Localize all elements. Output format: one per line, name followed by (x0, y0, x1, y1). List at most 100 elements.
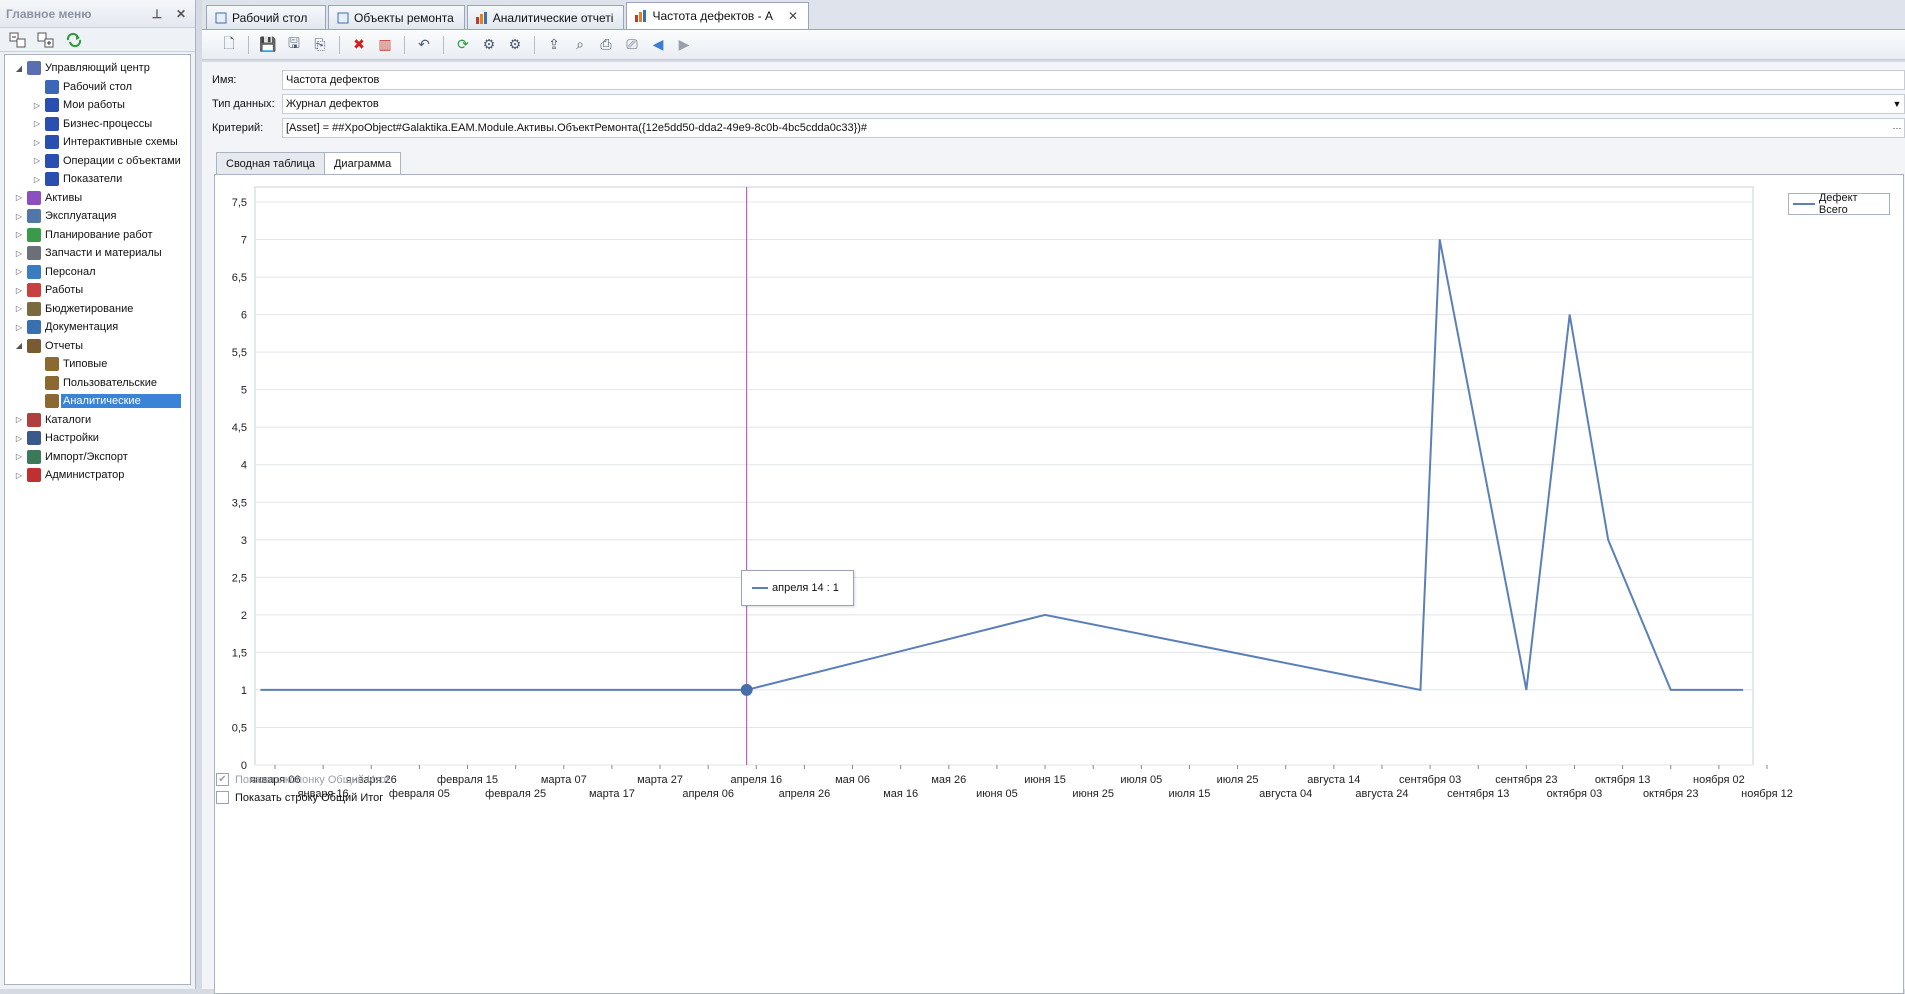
expand-arrow-icon[interactable]: ▷ (13, 193, 25, 202)
line-chart: 00,511,522,533,544,555,566,577,5января 0… (232, 186, 1793, 800)
document-tab[interactable]: Частота дефектов - А ✕ (626, 2, 810, 29)
tree-item-label: Документация (45, 321, 119, 334)
show-total-row-label: Показать строку Общий Итог (235, 791, 384, 804)
settings-1-icon[interactable]: ⚙ (480, 36, 498, 54)
expand-arrow-icon[interactable]: ▷ (13, 415, 25, 424)
expand-arrow-icon[interactable]: ▷ (31, 101, 43, 110)
tree-item[interactable]: ▷ Операции с объектами (5, 152, 190, 171)
delete-icon[interactable]: ✖ (350, 36, 368, 54)
book-icon (45, 135, 59, 150)
expand-arrow-icon[interactable]: ▷ (13, 323, 25, 332)
expand-arrow-icon[interactable]: ▷ (31, 119, 43, 128)
chart-edit-icon[interactable]: ▥ (376, 36, 394, 54)
print-icon[interactable]: ⎙ (597, 36, 615, 54)
y-tick-label: 6 (241, 310, 247, 322)
expand-all-icon[interactable] (8, 31, 28, 49)
y-tick-label: 4 (241, 460, 247, 472)
tree-item[interactable]: ▷ Импорт/Экспорт (5, 448, 190, 467)
x-tick-label: ноября 12 (1741, 788, 1793, 800)
collapse-all-icon[interactable] (36, 31, 56, 49)
tree-item[interactable]: ▷ Персонал (5, 263, 190, 282)
tree-item[interactable]: ▷ Администратор (5, 466, 190, 485)
name-row: Имя: Частота дефектов (202, 68, 1905, 92)
save-icon[interactable]: 💾 (259, 36, 277, 54)
forward-icon[interactable]: ▶ (675, 36, 693, 54)
tree-item[interactable]: ▷ Бизнес-процессы (5, 115, 190, 134)
preview-icon[interactable]: ⌕ (571, 36, 589, 54)
refresh-icon[interactable]: ⟳ (454, 36, 472, 54)
close-icon[interactable]: ✕ (173, 6, 189, 22)
x-tick-label: июня 15 (1024, 774, 1066, 786)
show-total-row-checkbox[interactable] (216, 791, 229, 804)
tree-item[interactable]: ▷ Интерактивные схемы (5, 133, 190, 152)
show-total-column-checkbox[interactable]: ✔ (216, 773, 229, 786)
document-tab[interactable]: Рабочий стол (206, 5, 326, 29)
export-icon[interactable]: ⇪ (545, 36, 563, 54)
save-as-icon[interactable]: 🖫 (285, 35, 303, 54)
undo-icon[interactable]: ↶ (415, 36, 433, 54)
expand-arrow-icon[interactable]: ▷ (13, 286, 25, 295)
x-tick-label: сентября 03 (1399, 774, 1461, 786)
tree-item[interactable]: ▷ Работы (5, 281, 190, 300)
x-tick-label: марта 27 (637, 774, 683, 786)
expand-arrow-icon[interactable]: ▷ (13, 434, 25, 443)
tree-item[interactable]: ▷ Активы (5, 189, 190, 208)
expand-arrow-icon[interactable]: ▷ (13, 452, 25, 461)
tree-item[interactable]: Аналитические (5, 392, 190, 411)
data-point (1670, 689, 1672, 691)
pin-icon[interactable]: ⊥ (149, 6, 165, 22)
document-tab[interactable]: Аналитические отчеті (466, 5, 625, 29)
tree-item[interactable]: ▷ Показатели (5, 170, 190, 189)
name-field[interactable]: Частота дефектов (282, 70, 1905, 90)
criteria-field[interactable]: [Asset] = ##XpoObject#Galaktika.EAM.Modu… (282, 118, 1905, 138)
collapse-arrow-icon[interactable]: ◢ (13, 64, 25, 73)
expand-arrow-icon[interactable]: ▷ (13, 304, 25, 313)
catalog-icon (27, 412, 41, 427)
tree-item[interactable]: ▷ Бюджетирование (5, 300, 190, 319)
view-tab[interactable]: Сводная таблица (216, 152, 325, 175)
expand-arrow-icon[interactable]: ▷ (13, 230, 25, 239)
personnel-icon (27, 264, 41, 279)
ellipsis-button[interactable]: ··· (1890, 123, 1904, 133)
view-tab[interactable]: Диаграмма (323, 152, 402, 175)
collapse-arrow-icon[interactable]: ◢ (13, 341, 25, 350)
tree-item[interactable]: ▷ Эксплуатация (5, 207, 190, 226)
x-tick-label: октября 23 (1643, 788, 1699, 800)
copy-icon[interactable]: ⎘ (311, 36, 329, 54)
refresh-icon[interactable] (64, 31, 84, 49)
tree-item[interactable]: Рабочий стол (5, 78, 190, 97)
dropdown-arrow-icon[interactable]: ▼ (1890, 99, 1904, 109)
expand-arrow-icon[interactable]: ▷ (13, 471, 25, 480)
expand-arrow-icon[interactable]: ▷ (31, 138, 43, 147)
tree-item[interactable]: ▷ Документация (5, 318, 190, 337)
tree-item[interactable]: Пользовательские (5, 374, 190, 393)
x-tick-label: мая 06 (835, 774, 870, 786)
new-icon[interactable]: 🗋 (220, 35, 238, 54)
expand-arrow-icon[interactable]: ▷ (31, 156, 43, 165)
tree-item[interactable]: ◢ Отчеты (5, 337, 190, 356)
tree-item[interactable]: ◢ Управляющий центр (5, 59, 190, 78)
expand-arrow-icon[interactable]: ▷ (13, 212, 25, 221)
data-point (1439, 239, 1441, 241)
expand-arrow-icon[interactable]: ▷ (13, 249, 25, 258)
print-setup-icon[interactable]: ⎚ (623, 36, 641, 54)
tree-item[interactable]: ▷ Планирование работ (5, 226, 190, 245)
datatype-select[interactable]: Журнал дефектов ▼ (282, 94, 1905, 114)
document-tab-label: Объекты ремонта (354, 10, 454, 25)
tree-item[interactable]: ▷ Мои работы (5, 96, 190, 115)
close-tab-icon[interactable]: ✕ (788, 9, 798, 23)
tree-item-label: Настройки (45, 432, 99, 445)
document-tab[interactable]: Объекты ремонта (328, 5, 465, 29)
back-icon[interactable]: ◀ (649, 36, 667, 54)
toolbar-separator (443, 35, 444, 54)
repair-object-icon (337, 12, 349, 24)
expand-arrow-icon[interactable]: ▷ (13, 267, 25, 276)
tree-item[interactable]: ▷ Каталоги (5, 411, 190, 430)
tree-item[interactable]: ▷ Запчасти и материалы (5, 244, 190, 263)
expand-arrow-icon[interactable]: ▷ (31, 175, 43, 184)
book-icon (45, 116, 59, 131)
tree-item[interactable]: ▷ Настройки (5, 429, 190, 448)
control-center-icon (27, 61, 41, 76)
tree-item[interactable]: Типовые (5, 355, 190, 374)
settings-2-icon[interactable]: ⚙ (506, 36, 524, 54)
